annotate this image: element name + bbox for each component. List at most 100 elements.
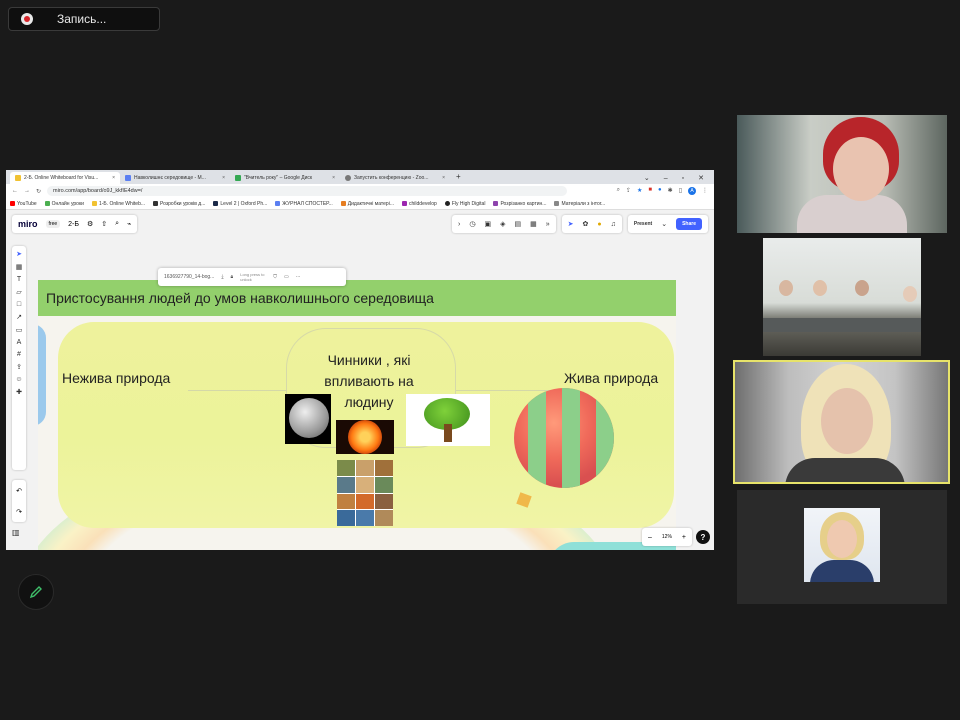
back-icon[interactable]: ← [12,188,18,194]
url-field[interactable]: miro.com/app/board/o9J_kkfIE4dw=/ [47,186,568,196]
bookmark[interactable]: 1-Б. Online Whiteb... [91,201,145,207]
text-tool-icon[interactable]: T [17,276,21,283]
shape-tool-icon[interactable]: □ [17,301,21,308]
apps-icon[interactable]: ✚ [16,388,22,396]
board-name[interactable]: 2-Б [68,221,79,228]
export-icon[interactable]: ⇧ [101,220,107,228]
extension-icon[interactable]: ● [658,187,662,195]
shield-icon[interactable]: ⛉ [273,274,277,280]
maximize-icon[interactable]: ▫ [682,175,684,182]
card-icon[interactable]: ▦ [530,220,537,228]
close-window-icon[interactable]: ✕ [698,174,704,182]
notes-icon[interactable]: ▤ [514,220,521,228]
comment-icon[interactable]: ▭ [284,274,289,280]
puzzle-icon[interactable]: ✱ [668,187,673,195]
voting-icon[interactable]: ▣ [484,220,491,228]
emoji-icon[interactable]: ☺ [15,376,22,383]
profile-avatar[interactable]: A [688,187,696,195]
miro-board-canvas[interactable]: Пристосування людей до умов навколишньог… [6,210,714,550]
bookmark[interactable]: Розрізанко картин... [493,201,546,207]
zoom-level[interactable]: 12% [662,534,672,540]
notifications-icon[interactable]: ♫ [611,221,616,228]
node-nonliving-nature[interactable]: Нежива природа [62,370,170,386]
node-living-nature[interactable]: Жива природа [564,370,658,386]
forward-icon[interactable]: → [24,188,30,194]
star-icon[interactable]: ★ [637,187,642,195]
tab-search-icon[interactable]: ⌄ [644,174,650,182]
present-dropdown-icon[interactable]: ⌄ [661,220,667,228]
lock-icon[interactable]: 🔒︎ [231,274,234,280]
hot-air-balloon-image[interactable] [514,388,614,488]
reactions-icon[interactable]: ✿ [583,220,589,228]
bookmark[interactable]: Fly High Digital [444,201,485,207]
bookmark[interactable]: Level 2 | Oxford Ph... [213,201,267,207]
close-tab-icon[interactable]: × [442,175,445,181]
miro-logo[interactable]: miro [18,219,38,229]
bookmark[interactable]: childdevelop [402,201,437,207]
frame-title[interactable]: Пристосування людей до умов навколишньог… [38,280,676,316]
browser-tab[interactable]: 2-Б. Online Whiteboard for Visu... × [10,172,120,184]
upload-icon[interactable]: ⇪ [16,363,22,371]
settings-icon[interactable]: ⚙ [87,220,93,228]
bookmark[interactable]: Дидактичні матері... [340,201,394,207]
close-tab-icon[interactable]: × [222,175,225,181]
participant-video-tile[interactable] [737,115,947,233]
more-icon[interactable]: ⋯ [296,274,301,280]
moon-image[interactable] [285,394,331,444]
integrations-icon[interactable]: ⌁ [127,220,131,228]
download-icon[interactable]: ⤓ [221,274,223,280]
active-speaker-video-tile[interactable] [733,360,950,484]
side-panel-icon[interactable]: ▥ [12,528,20,537]
sticky-note-icon[interactable]: ▱ [16,288,21,296]
zoom-out-button[interactable]: – [648,534,652,541]
connector-tool-icon[interactable]: ↗ [16,313,22,321]
share-button[interactable]: Share [676,218,702,230]
bookmark[interactable]: YouTube [10,201,37,207]
participant-photo [804,508,880,582]
pen-tool-icon[interactable]: A [17,339,22,346]
classroom-table [763,318,921,332]
browser-tab[interactable]: Запустить конференцию - Zoo... × [340,172,450,184]
attention-icon[interactable]: ◈ [500,220,505,228]
share-page-icon[interactable]: ⇪ [626,187,631,195]
comment-icon[interactable]: ▭ [16,326,23,334]
redo-icon[interactable]: ↷ [16,508,22,516]
more-tools-icon[interactable]: » [546,221,550,228]
user-avatar[interactable]: ● [597,221,601,228]
browser-tab[interactable]: Навколишнє середовище - М... × [120,172,230,184]
undo-icon[interactable]: ↶ [16,487,22,495]
template-icon[interactable]: ▦ [16,263,23,271]
close-tab-icon[interactable]: × [112,175,115,181]
extension-icon[interactable]: ■ [648,187,652,195]
sun-image[interactable] [336,420,394,454]
animals-collage-image[interactable] [337,460,393,526]
bookmark[interactable]: Розробки уроків д... [153,201,205,207]
timer-icon[interactable]: ◷ [469,220,475,228]
zoom-in-button[interactable]: + [682,534,686,541]
bookmark[interactable]: Матеріали з інтог... [554,201,605,207]
frame-tool-icon[interactable]: # [17,351,21,358]
connector-line[interactable] [188,390,286,391]
bookmark[interactable]: ЖУРНАЛ СПОСТЕР... [275,201,333,207]
cursor-icon[interactable]: ➤ [568,220,574,228]
close-tab-icon[interactable]: × [332,175,335,181]
blue-shape[interactable] [38,324,46,426]
recording-indicator[interactable]: Запись... [8,7,160,31]
present-button[interactable]: Present [634,221,652,227]
sidebar-icon[interactable]: ▯ [679,187,682,195]
board-frame[interactable]: Пристосування людей до умов навколишньог… [38,280,676,550]
reload-icon[interactable]: ↻ [36,188,41,195]
annotate-button[interactable] [18,574,54,610]
browser-tab[interactable]: "Вчитель року" – Google Диск × [230,172,340,184]
tree-image[interactable] [406,394,490,446]
search-icon[interactable]: ⌕ [617,187,620,195]
help-button[interactable]: ? [696,530,710,544]
expand-icon[interactable]: › [458,221,460,228]
new-tab-button[interactable]: + [450,172,467,184]
bookmark[interactable]: Онлайн уроки [44,201,84,207]
menu-icon[interactable]: ⋮ [702,187,708,195]
select-tool-icon[interactable]: ➤ [16,250,22,258]
minimize-icon[interactable]: – [664,175,668,182]
search-icon[interactable]: ⌕ [115,220,119,228]
participant-video-tile[interactable] [763,238,921,356]
